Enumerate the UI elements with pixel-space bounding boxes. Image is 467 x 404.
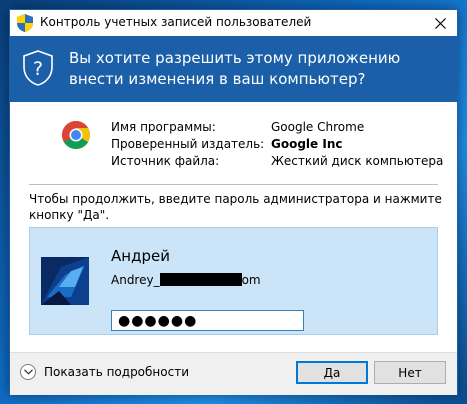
footer: Показать подробности Да Нет: [10, 352, 457, 395]
uac-shield-icon: [17, 14, 33, 32]
windows-wallpaper-image: [41, 257, 89, 305]
login-suffix: om: [241, 273, 261, 287]
chrome-icon: [62, 121, 90, 149]
user-name: Андрей: [111, 247, 170, 265]
show-details-toggle[interactable]: Показать подробности: [20, 364, 189, 380]
question-banner: ? Вы хотите разрешить этому приложению в…: [10, 36, 457, 102]
credentials-panel[interactable]: Андрей Andrey_ om: [29, 227, 438, 335]
show-details-label: Показать подробности: [44, 365, 189, 379]
question-shield-icon: ?: [23, 50, 53, 86]
chevron-circle: [20, 364, 36, 380]
admin-password-prompt: Чтобы продолжить, введите пароль админис…: [29, 192, 442, 222]
chevron-down-icon: [23, 369, 33, 375]
yes-button[interactable]: Да: [296, 361, 368, 384]
program-name-value: Google Chrome: [271, 120, 365, 134]
svg-text:?: ?: [33, 58, 43, 80]
login-prefix: Andrey_: [111, 273, 160, 287]
close-icon: [434, 17, 446, 29]
file-source-value: Жесткий диск компьютера: [271, 154, 444, 168]
banner-question: Вы хотите разрешить этому приложению вне…: [69, 49, 401, 88]
uac-dialog: Контроль учетных записей пользователей ?…: [9, 9, 458, 395]
no-button[interactable]: Нет: [374, 361, 446, 384]
redaction-bar: [159, 273, 242, 286]
publisher-label: Проверенный издатель:: [111, 137, 265, 151]
window-title: Контроль учетных записей пользователей: [40, 15, 312, 29]
password-field[interactable]: [111, 310, 304, 331]
user-login: Andrey_ om: [111, 273, 261, 287]
file-source-label: Источник файла:: [111, 154, 220, 168]
program-name-label: Имя программы:: [111, 120, 216, 134]
publisher-value: Google Inc: [271, 137, 343, 151]
close-button[interactable]: [423, 10, 457, 36]
divider: [29, 184, 438, 185]
title-bar: Контроль учетных записей пользователей: [10, 10, 457, 36]
avatar: [41, 257, 89, 305]
